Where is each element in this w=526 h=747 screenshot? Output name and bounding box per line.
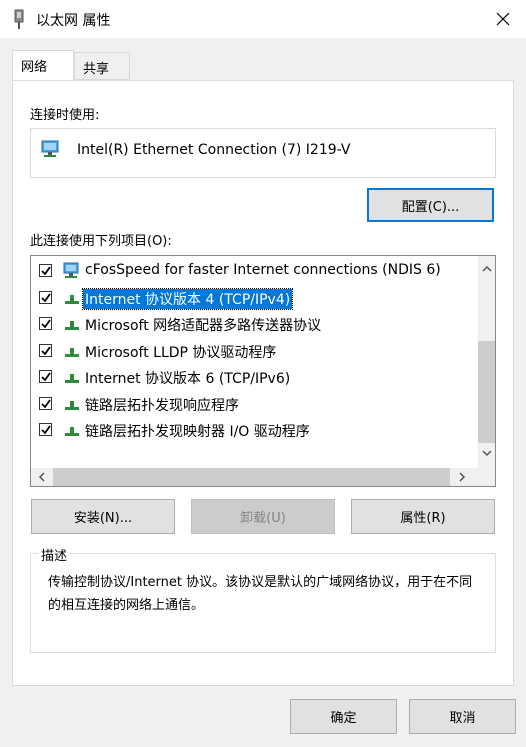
close-button[interactable] <box>480 0 526 38</box>
item-checkbox[interactable] <box>39 370 52 383</box>
items-label: 此连接使用下列项目(O): <box>30 234 172 249</box>
item-checkbox[interactable] <box>39 290 52 304</box>
protocol-icon <box>65 400 79 410</box>
checkmark-icon <box>41 345 51 355</box>
uninstall-button-label: 卸载(U) <box>240 511 286 526</box>
list-item[interactable]: 链路层拓扑发现映射器 I/O 驱动程序 <box>31 417 471 443</box>
cancel-button-label: 取消 <box>449 711 476 726</box>
tab-network[interactable]: 网络 <box>12 50 74 80</box>
horizontal-scroll-thumb[interactable] <box>53 468 450 486</box>
checkmark-icon <box>41 266 51 276</box>
properties-button-label: 属性(R) <box>400 511 446 526</box>
item-checkbox[interactable] <box>39 264 52 277</box>
list-item[interactable]: Internet 协议版本 6 (TCP/IPv6) <box>31 364 471 390</box>
install-button[interactable]: 安装(N)... <box>31 499 175 534</box>
chevron-left-icon <box>38 471 45 482</box>
horizontal-scrollbar[interactable] <box>31 468 495 486</box>
item-checkbox[interactable] <box>39 396 52 410</box>
network-adapter-icon <box>14 9 24 29</box>
item-checkbox[interactable] <box>39 317 52 330</box>
tab-sharing-label: 共享 <box>83 62 110 77</box>
window-title: 以太网 属性 <box>36 13 111 29</box>
checkmark-icon <box>41 398 51 408</box>
description-text: 传输控制协议/Internet 协议。该协议是默认的广域网络协议，用于在不同的相… <box>48 575 473 613</box>
title-bar: 以太网 属性 <box>0 0 526 38</box>
item-label: cFosSpeed for faster Internet connection… <box>85 262 441 278</box>
checkmark-icon <box>41 372 51 382</box>
item-label: Internet 协议版本 6 (TCP/IPv6) <box>85 371 291 387</box>
tab-sharing[interactable]: 共享 <box>74 52 130 80</box>
item-label: Microsoft 网络适配器多路传送器协议 <box>85 318 322 334</box>
protocol-icon <box>65 321 79 330</box>
item-checkbox[interactable] <box>39 343 52 357</box>
protocol-icon <box>65 347 79 357</box>
checkmark-icon <box>41 292 51 302</box>
tab-network-label: 网络 <box>21 60 48 75</box>
list-item[interactable]: Internet 协议版本 4 (TCP/IPv4) <box>31 285 471 311</box>
item-label: Microsoft LLDP 协议驱动程序 <box>85 344 277 361</box>
component-list[interactable]: cFosSpeed for faster Internet connection… <box>30 255 496 487</box>
list-item[interactable]: 链路层拓扑发现响应程序 <box>31 391 471 417</box>
description-title: 描述 <box>38 545 71 564</box>
item-checkbox[interactable] <box>39 423 52 436</box>
ok-button-label: 确定 <box>330 711 357 726</box>
protocol-icon <box>65 427 79 436</box>
list-item[interactable]: Microsoft 网络适配器多路传送器协议 <box>31 311 471 337</box>
scroll-down-arrow[interactable] <box>478 444 495 461</box>
connect-using-label: 连接时使用: <box>30 108 100 123</box>
checkmark-icon <box>41 319 51 329</box>
configure-button-label: 配置(C)... <box>401 199 460 215</box>
protocol-icon <box>65 374 79 383</box>
adapter-box: Intel(R) Ethernet Connection (7) I219-V <box>30 128 496 178</box>
ok-button[interactable]: 确定 <box>290 699 397 734</box>
chevron-right-icon <box>458 471 465 482</box>
adapter-name: Intel(R) Ethernet Connection (7) I219-V <box>77 142 351 158</box>
item-label: Internet 协议版本 4 (TCP/IPv4) <box>81 287 294 310</box>
scroll-right-arrow[interactable] <box>453 468 470 485</box>
uninstall-button: 卸载(U) <box>191 499 335 534</box>
scroll-up-arrow[interactable] <box>478 260 495 277</box>
properties-button[interactable]: 属性(R) <box>351 499 495 534</box>
list-item[interactable]: cFosSpeed for faster Internet connection… <box>31 258 471 284</box>
chevron-down-icon <box>481 449 492 456</box>
item-label: 链路层拓扑发现映射器 I/O 驱动程序 <box>85 424 310 440</box>
vertical-scroll-thumb[interactable] <box>478 341 495 443</box>
vertical-scrollbar[interactable] <box>478 256 495 468</box>
list-item[interactable]: Microsoft LLDP 协议驱动程序 <box>31 338 471 364</box>
install-button-label: 安装(N)... <box>73 511 133 526</box>
close-icon <box>496 12 510 26</box>
network-adapter-icon <box>41 140 59 157</box>
protocol-icon <box>65 294 79 304</box>
item-label: 链路层拓扑发现响应程序 <box>85 397 239 414</box>
checkmark-icon <box>41 425 51 435</box>
scroll-left-arrow[interactable] <box>33 468 50 485</box>
network-client-icon <box>63 262 79 278</box>
chevron-up-icon <box>481 265 492 272</box>
cancel-button[interactable]: 取消 <box>409 699 516 734</box>
configure-button[interactable]: 配置(C)... <box>367 188 494 222</box>
